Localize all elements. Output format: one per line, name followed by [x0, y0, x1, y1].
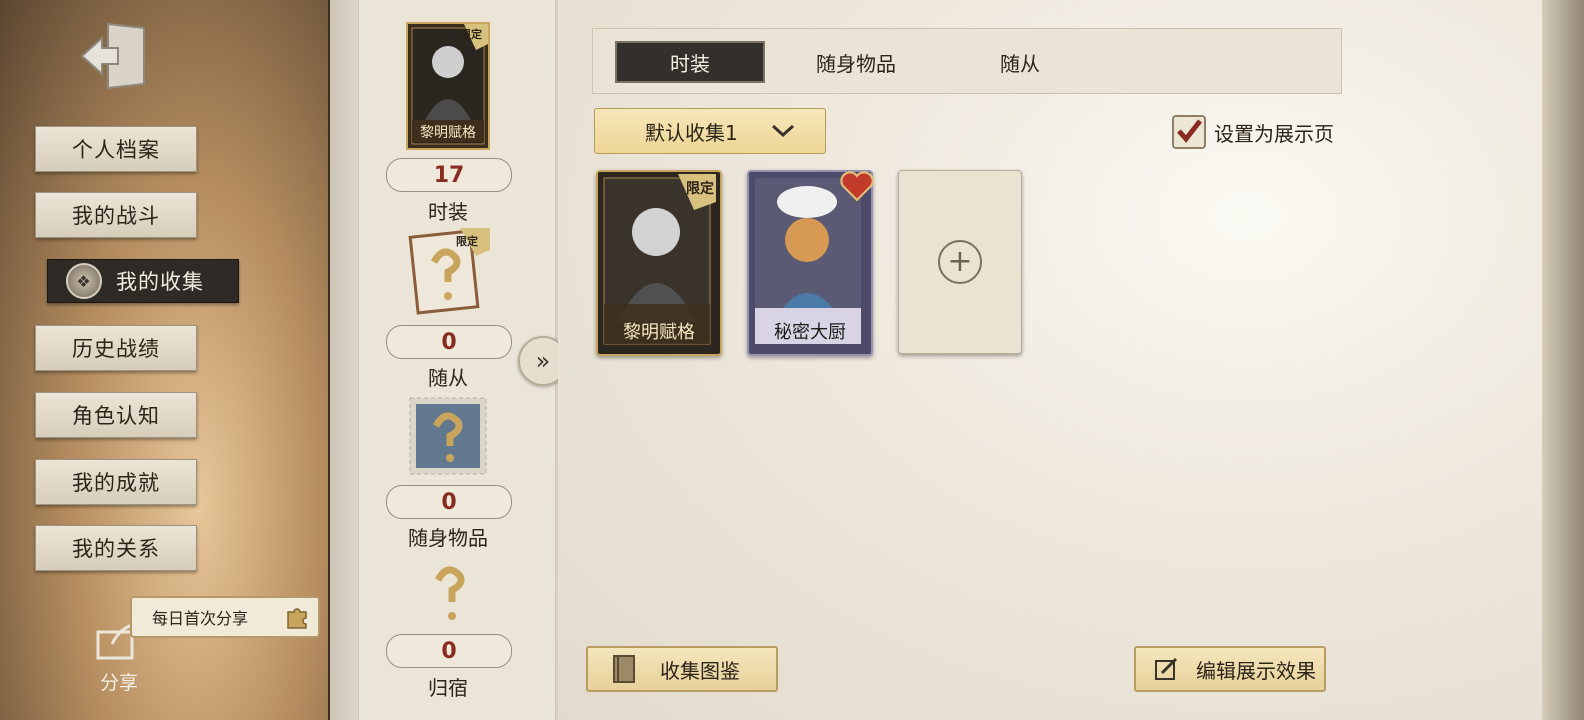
tab-companions[interactable]: 随从: [945, 41, 1095, 83]
sidebar-item-battles[interactable]: 我的战斗: [35, 192, 197, 238]
outfit-count: 17: [386, 158, 512, 192]
chevron-down-icon: [771, 124, 795, 138]
destination-placeholder-icon[interactable]: [418, 560, 478, 626]
set-as-showcase-label[interactable]: 设置为展示页: [1214, 118, 1334, 147]
share-tip-text: 每日首次分享: [152, 609, 249, 628]
tab-label: 时装: [670, 51, 710, 76]
sidebar-item-history[interactable]: 历史战绩: [35, 325, 197, 371]
dropdown-selected-value: 默认收集1: [645, 120, 738, 145]
outfit-category-label[interactable]: 时装: [386, 196, 510, 225]
card-badge: 限定: [686, 181, 714, 197]
plus-icon: +: [938, 240, 982, 284]
destination-count: 0: [386, 634, 512, 668]
sidebar-item-label: 角色认知: [72, 404, 160, 428]
share-label[interactable]: 分享: [100, 668, 138, 695]
companion-badge: 限定: [456, 235, 478, 248]
sidebar-item-label: 历史战绩: [72, 337, 160, 361]
emblem-icon: ❖: [66, 263, 102, 299]
edit-display-label: 编辑展示效果: [1196, 658, 1316, 683]
sidebar-item-achievements[interactable]: 我的成就: [35, 459, 197, 505]
collection-guide-button[interactable]: 收集图鉴: [586, 646, 778, 692]
add-card-slot[interactable]: +: [898, 170, 1022, 354]
top-card-name: 黎明赋格: [420, 125, 476, 141]
heart-icon: [840, 171, 874, 202]
item-category-label[interactable]: 随身物品: [386, 522, 510, 551]
companion-count: 0: [386, 325, 512, 359]
tab-items[interactable]: 随身物品: [781, 41, 931, 83]
exit-icon[interactable]: [78, 18, 150, 92]
tab-label: 随从: [1000, 51, 1040, 76]
sidebar-item-label: 我的战斗: [72, 204, 160, 228]
sidebar-item-label: 我的收集: [116, 270, 204, 294]
tab-bar: 时装 随身物品 随从: [592, 28, 1342, 94]
double-chevron-right-icon: »: [535, 347, 551, 375]
top-card-badge: 限定: [460, 28, 482, 41]
companion-category-label[interactable]: 随从: [386, 362, 510, 391]
item-count: 0: [386, 485, 512, 519]
outfit-card[interactable]: 秘密大厨: [747, 170, 874, 356]
sidebar-item-character[interactable]: 角色认知: [35, 392, 197, 438]
collection-select-dropdown[interactable]: 默认收集1: [594, 108, 826, 154]
card-name: 秘密大厨: [774, 322, 846, 343]
set-as-showcase-checkbox[interactable]: [1172, 115, 1206, 149]
sidebar-item-label: 我的成就: [72, 471, 160, 495]
sidebar: 个人档案 我的战斗 ❖ 我的收集 历史战绩 角色认知 我的成就 我的关系 每日首…: [0, 0, 331, 720]
daily-share-tooltip[interactable]: 每日首次分享: [130, 596, 320, 638]
sidebar-item-collection[interactable]: ❖ 我的收集: [47, 259, 239, 303]
tab-label: 随身物品: [816, 51, 896, 76]
edit-display-button[interactable]: 编辑展示效果: [1134, 646, 1326, 692]
sidebar-item-relations[interactable]: 我的关系: [35, 525, 197, 571]
outfit-card[interactable]: 限定 黎明赋格: [596, 170, 722, 356]
collection-guide-label: 收集图鉴: [660, 658, 740, 683]
destination-category-label[interactable]: 归宿: [386, 672, 510, 701]
card-name: 黎明赋格: [623, 322, 695, 343]
book-icon: [613, 655, 635, 683]
page-edge: [1542, 0, 1584, 720]
sidebar-item-label: 我的关系: [72, 537, 160, 561]
item-placeholder-icon[interactable]: [408, 396, 488, 476]
sidebar-item-label: 个人档案: [72, 138, 160, 162]
tab-outfits[interactable]: 时装: [615, 41, 765, 83]
edit-icon: [1155, 657, 1178, 680]
sidebar-item-profile[interactable]: 个人档案: [35, 126, 197, 172]
puzzle-icon: [287, 608, 307, 629]
checkmark-icon: [1177, 119, 1202, 143]
